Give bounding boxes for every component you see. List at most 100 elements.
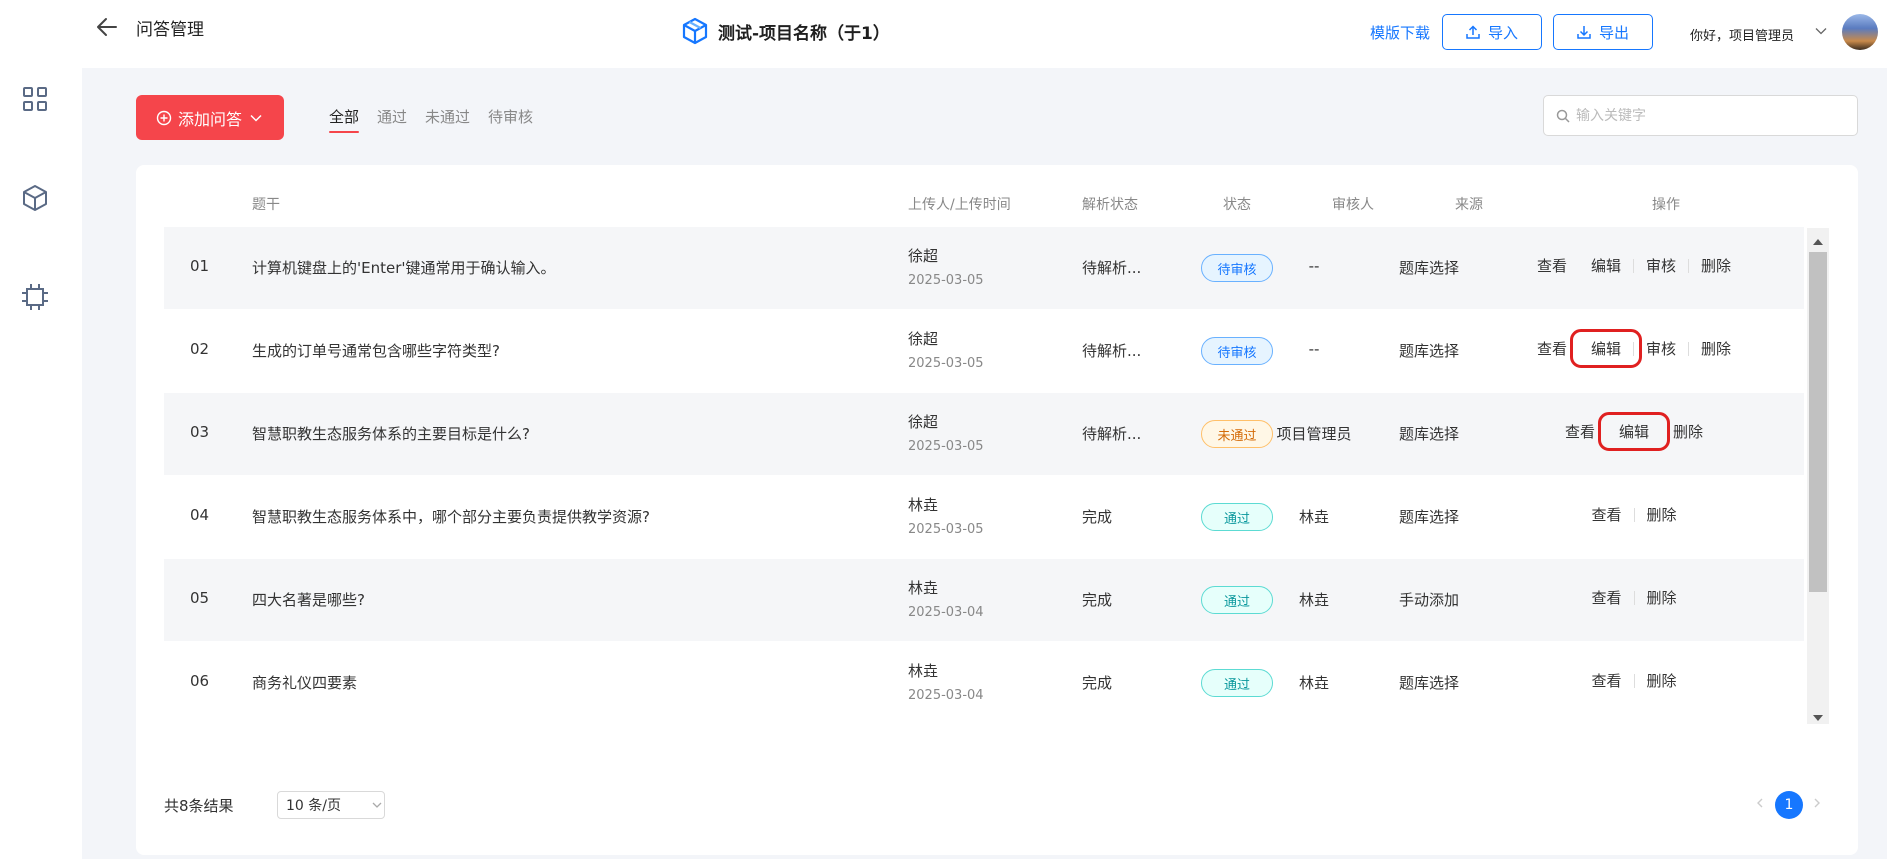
add-qa-button[interactable]: 添加问答 — [136, 95, 284, 140]
delete-link[interactable]: 删除 — [1635, 504, 1689, 525]
row-actions: 查看 删除 — [1504, 670, 1764, 691]
project-name: 测试-项目名称（于1） — [718, 23, 890, 44]
upload-date: 2025-03-05 — [908, 273, 984, 288]
delete-link[interactable]: 删除 — [1689, 255, 1743, 276]
row-number: 06 — [190, 672, 210, 690]
review-link[interactable]: 审核 — [1634, 255, 1688, 276]
row-actions: 查看 删除 — [1504, 504, 1764, 525]
header-actions: 操作 — [1652, 197, 1680, 213]
delete-link[interactable]: 删除 — [1635, 670, 1689, 691]
delete-link[interactable]: 删除 — [1689, 338, 1743, 359]
scroll-up-arrow-icon[interactable] — [1811, 234, 1825, 246]
question-text: 生成的订单号通常包含哪些字符类型? — [252, 342, 500, 360]
header-reviewer: 审核人 — [1332, 197, 1374, 213]
table-row: 03 智慧职教生态服务体系的主要目标是什么? 徐超 2025-03-05 待解析… — [164, 393, 1804, 475]
uploader-name: 林垚 — [908, 662, 939, 680]
tab-pending[interactable]: 待审核 — [488, 106, 533, 133]
chevron-down-icon[interactable] — [1814, 24, 1828, 38]
uploader-name: 徐超 — [908, 247, 939, 265]
row-number: 05 — [190, 589, 210, 607]
edit-link-highlighted[interactable]: 编辑 — [1597, 412, 1671, 451]
parse-status: 待解析... — [1082, 425, 1142, 443]
row-number: 02 — [190, 340, 210, 358]
reviewer-name: 项目管理员 — [1276, 425, 1352, 443]
total-count: 共8条结果 — [164, 797, 234, 815]
next-page-icon[interactable] — [1810, 796, 1824, 810]
question-text: 计算机键盘上的'Enter'键通常用于确认输入。 — [252, 259, 556, 277]
chip-icon[interactable] — [20, 282, 50, 312]
upload-date: 2025-03-04 — [908, 688, 984, 703]
tab-failed[interactable]: 未通过 — [425, 106, 470, 133]
upload-date: 2025-03-05 — [908, 356, 984, 371]
search-input[interactable] — [1576, 107, 1836, 124]
row-actions: 查看 删除 — [1504, 587, 1764, 608]
source-text: 题库选择 — [1398, 508, 1459, 526]
chevron-down-icon — [250, 114, 262, 122]
user-greeting[interactable]: 你好，项目管理员 — [1690, 25, 1794, 44]
uploader-name: 林垚 — [908, 496, 939, 514]
page-number-current[interactable]: 1 — [1775, 791, 1803, 819]
grid-icon[interactable] — [20, 84, 50, 114]
table-row: 01 计算机键盘上的'Enter'键通常用于确认输入。 徐超 2025-03-0… — [164, 227, 1804, 309]
reviewer-name: 林垚 — [1298, 508, 1329, 526]
search-icon — [1556, 109, 1570, 123]
review-link[interactable]: 审核 — [1634, 338, 1688, 359]
uploader-name: 徐超 — [908, 330, 939, 348]
tab-all[interactable]: 全部 — [329, 106, 360, 133]
view-link[interactable]: 查看 — [1579, 670, 1633, 691]
delete-link[interactable]: 删除 — [1635, 587, 1689, 608]
header-parse-status: 解析状态 — [1082, 197, 1138, 213]
question-text: 智慧职教生态服务体系的主要目标是什么? — [252, 425, 530, 443]
top-bar: 问答管理 测试-项目名称（于1） 模版下载 导入 导出 你好，项目管理员 — [82, 0, 1887, 68]
view-link[interactable]: 查看 — [1579, 587, 1633, 608]
scroll-down-arrow-icon[interactable] — [1811, 710, 1825, 722]
header-status: 状态 — [1223, 197, 1251, 213]
edit-link[interactable]: 编辑 — [1579, 255, 1633, 276]
tab-passed[interactable]: 通过 — [377, 106, 407, 133]
view-link[interactable]: 查看 — [1525, 338, 1579, 359]
import-label: 导入 — [1487, 23, 1518, 42]
import-button[interactable]: 导入 — [1442, 14, 1542, 50]
back-arrow-icon[interactable] — [94, 14, 120, 40]
upload-date: 2025-03-04 — [908, 605, 984, 620]
upload-icon — [1466, 25, 1480, 39]
scrollbar-thumb[interactable] — [1809, 252, 1827, 592]
project-title: 测试-项目名称（于1） — [680, 16, 890, 46]
row-actions: 查看 编辑 审核 删除 — [1504, 255, 1764, 276]
uploader-name: 徐超 — [908, 413, 939, 431]
search-box[interactable] — [1543, 95, 1858, 136]
reviewer-name: 林垚 — [1298, 591, 1329, 609]
source-text: 题库选择 — [1398, 259, 1459, 277]
view-link[interactable]: 查看 — [1553, 421, 1607, 442]
view-link[interactable]: 查看 — [1579, 504, 1633, 525]
parse-status: 待解析... — [1082, 342, 1142, 360]
row-number: 03 — [190, 423, 210, 441]
reviewer-name: 林垚 — [1298, 674, 1329, 692]
header-uploader: 上传人/上传时间 — [908, 197, 1011, 213]
prev-page-icon[interactable] — [1753, 796, 1767, 810]
view-link[interactable]: 查看 — [1525, 255, 1579, 276]
row-actions: 查看 编辑 删除 — [1504, 412, 1764, 451]
question-text: 四大名著是哪些? — [252, 591, 365, 609]
page-size-select[interactable]: 10 条/页 — [277, 791, 385, 819]
export-label: 导出 — [1598, 23, 1629, 42]
source-text: 题库选择 — [1398, 674, 1459, 692]
uploader-name: 林垚 — [908, 579, 939, 597]
table-row: 05 四大名著是哪些? 林垚 2025-03-04 完成 通过 林垚 手动添加 … — [164, 559, 1804, 641]
template-download-link[interactable]: 模版下载 — [1370, 22, 1430, 43]
source-text: 手动添加 — [1398, 591, 1459, 609]
export-button[interactable]: 导出 — [1553, 14, 1653, 50]
chevron-down-icon — [372, 802, 382, 808]
table-row: 02 生成的订单号通常包含哪些字符类型? 徐超 2025-03-05 待解析..… — [164, 310, 1804, 392]
cube-icon[interactable] — [20, 183, 50, 213]
delete-link[interactable]: 删除 — [1661, 421, 1715, 442]
page-size-value: 10 条/页 — [286, 798, 341, 814]
row-number: 04 — [190, 506, 210, 524]
edit-link-highlighted[interactable]: 编辑 — [1569, 329, 1643, 368]
avatar[interactable] — [1842, 14, 1878, 50]
header-source: 来源 — [1455, 197, 1483, 213]
header-question: 题干 — [252, 197, 280, 213]
table-row: 04 智慧职教生态服务体系中，哪个部分主要负责提供教学资源? 林垚 2025-0… — [164, 476, 1804, 558]
project-cube-icon — [682, 17, 708, 45]
add-qa-label: 添加问答 — [177, 109, 242, 129]
